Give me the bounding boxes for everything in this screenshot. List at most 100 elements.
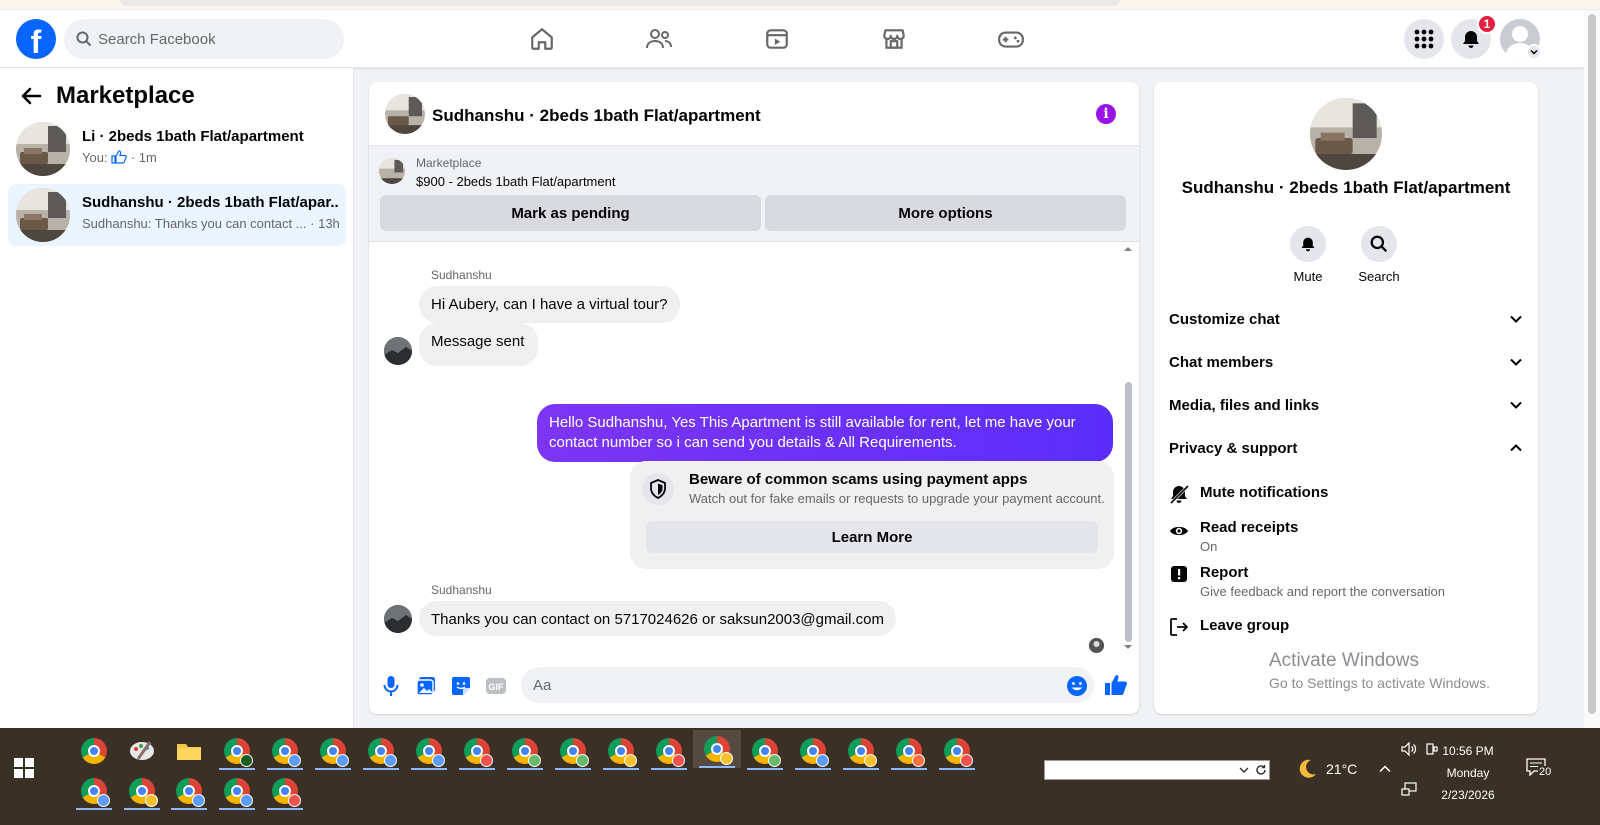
message-bubble-incoming[interactable]: Message sent: [419, 323, 539, 366]
taskbar-chrome-profile[interactable]: [405, 732, 453, 770]
action-center-button[interactable]: 20: [1526, 758, 1553, 782]
mute-notifications-option[interactable]: Mute notifications: [1169, 484, 1523, 506]
taskbar-chrome-profile[interactable]: [261, 732, 309, 770]
message-input[interactable]: [521, 667, 1094, 703]
customize-chat-section[interactable]: Customize chat: [1169, 301, 1523, 337]
sender-avatar[interactable]: [384, 337, 412, 365]
thumbs-up-icon: [111, 150, 127, 164]
speaker-icon[interactable]: [1401, 742, 1417, 756]
page-scroll-thumb[interactable]: [1588, 14, 1596, 714]
gif-button[interactable]: GIF: [484, 674, 508, 698]
details-listing-photo[interactable]: [1310, 98, 1382, 170]
chat-scrollbar[interactable]: [1122, 244, 1134, 654]
message-list[interactable]: Sudhanshu Hi Aubery, can I have a virtua…: [369, 244, 1139, 654]
nav-marketplace[interactable]: [839, 15, 949, 63]
top-navbar: f 1: [0, 10, 1584, 68]
chat-scroll-thumb[interactable]: [1125, 382, 1132, 642]
taskbar-chrome-profile[interactable]: [597, 732, 645, 770]
nav-home[interactable]: [487, 15, 597, 63]
message-bubble-outgoing[interactable]: Hello Sudhanshu, Yes This Apartment is s…: [537, 404, 1113, 462]
chevron-up-icon[interactable]: [1378, 762, 1392, 776]
windows-start-icon[interactable]: [14, 758, 34, 778]
mute-action[interactable]: Mute: [1278, 226, 1338, 284]
conversation-item-sudhanshu[interactable]: Sudhanshu · 2beds 1bath Flat/apar... Sud…: [8, 184, 346, 246]
display-icon[interactable]: [1401, 782, 1417, 796]
report-option[interactable]: Report Give feedback and report the conv…: [1169, 564, 1523, 604]
weather-temp: 21°C: [1326, 761, 1358, 777]
menu-button[interactable]: [1404, 19, 1444, 59]
taskbar-paint[interactable]: [118, 732, 166, 770]
scroll-up-icon[interactable]: [1122, 244, 1134, 254]
chevron-down-icon: [1510, 401, 1522, 409]
emoji-icon: [1067, 676, 1087, 696]
taskbar-chrome-profile[interactable]: [453, 732, 501, 770]
sticker-button[interactable]: [449, 674, 473, 698]
privacy-support-section[interactable]: Privacy & support: [1169, 430, 1523, 466]
gif-icon: GIF: [486, 678, 506, 694]
voice-clip-button[interactable]: [379, 674, 403, 698]
listing-bar: Marketplace $900 - 2beds 1bath Flat/apar…: [369, 146, 1139, 242]
mark-as-pending-button[interactable]: Mark as pending: [380, 195, 761, 231]
more-options-button[interactable]: More options: [765, 195, 1126, 231]
listing-thumbnail: [16, 188, 70, 242]
page-scrollbar[interactable]: [1584, 10, 1600, 728]
conversation-name: Li · 2beds 1bath Flat/apartment: [82, 128, 304, 145]
refresh-icon[interactable]: [1255, 764, 1267, 776]
conversation-preview: You: · 1m: [82, 150, 157, 165]
taskbar-chrome-profile[interactable]: [357, 732, 405, 770]
taskbar-file-explorer[interactable]: [165, 732, 213, 770]
search-input[interactable]: [98, 19, 338, 59]
taskbar-chrome-profile[interactable]: [118, 772, 166, 810]
taskbar-chrome-profile[interactable]: [933, 732, 981, 770]
taskbar-chrome-active[interactable]: [693, 730, 741, 768]
nav-video[interactable]: [722, 15, 832, 63]
listing-category: Marketplace: [416, 156, 482, 170]
send-like-button[interactable]: [1104, 673, 1128, 697]
info-icon[interactable]: i: [1096, 104, 1116, 124]
taskbar-chrome-profile[interactable]: [213, 732, 261, 770]
media-files-links-section[interactable]: Media, files and links: [1169, 387, 1523, 423]
seen-indicator-avatar: [1089, 638, 1104, 653]
taskbar-chrome-profile[interactable]: [837, 732, 885, 770]
conversation-item-li[interactable]: Li · 2beds 1bath Flat/apartment You: · 1…: [8, 118, 346, 180]
chat-listing-thumbnail[interactable]: [385, 94, 425, 134]
taskbar-chrome-profile[interactable]: [309, 732, 357, 770]
gamepad-icon: [998, 31, 1024, 48]
chat-title[interactable]: Sudhanshu · 2beds 1bath Flat/apartment: [432, 106, 761, 126]
learn-more-button[interactable]: Learn More: [646, 521, 1098, 553]
taskbar-chrome-profile[interactable]: [741, 732, 789, 770]
listing-price-title[interactable]: $900 - 2beds 1bath Flat/apartment: [416, 174, 615, 189]
taskbar-chrome-profile[interactable]: [789, 732, 837, 770]
taskbar-chrome-profile[interactable]: [261, 772, 309, 810]
attach-photo-button[interactable]: [414, 674, 438, 698]
leave-group-option[interactable]: Leave group: [1169, 617, 1523, 639]
search-box[interactable]: [64, 19, 344, 59]
address-bar[interactable]: [120, 0, 1120, 6]
weather-widget[interactable]: 21°C: [1296, 758, 1357, 780]
scroll-down-icon[interactable]: [1122, 642, 1134, 652]
message-bubble-incoming[interactable]: Thanks you can contact on 5717024626 or …: [419, 601, 897, 636]
taskbar-chrome[interactable]: [70, 732, 118, 770]
nav-friends[interactable]: [604, 15, 714, 63]
taskbar-chrome-profile[interactable]: [70, 772, 118, 810]
taskbar-chrome-profile[interactable]: [645, 732, 693, 770]
taskbar-chrome-profile[interactable]: [165, 772, 213, 810]
taskbar-chrome-profile[interactable]: [549, 732, 597, 770]
conversation-preview: Sudhanshu: Thanks you can contact ... · …: [82, 216, 340, 231]
message-bubble-incoming[interactable]: Hi Aubery, can I have a virtual tour?: [419, 286, 680, 323]
search-action[interactable]: Search: [1349, 226, 1409, 284]
taskbar-address-box[interactable]: [1044, 760, 1270, 780]
emoji-button[interactable]: [1065, 674, 1089, 698]
back-arrow-icon[interactable]: [20, 85, 42, 107]
account-chevron[interactable]: [1526, 44, 1542, 60]
nav-gaming[interactable]: [956, 15, 1066, 63]
taskbar-clock[interactable]: 10:56 PM Monday 2/23/2026: [1420, 740, 1516, 806]
taskbar-chrome-profile[interactable]: [213, 772, 261, 810]
taskbar-chrome-profile[interactable]: [885, 732, 933, 770]
chat-panel: Sudhanshu · 2beds 1bath Flat/apartment i…: [369, 82, 1139, 714]
read-receipts-option[interactable]: Read receipts On: [1169, 519, 1523, 559]
facebook-logo[interactable]: f: [16, 19, 56, 59]
sender-avatar[interactable]: [384, 605, 412, 633]
chat-members-section[interactable]: Chat members: [1169, 344, 1523, 380]
taskbar-chrome-profile[interactable]: [501, 732, 549, 770]
